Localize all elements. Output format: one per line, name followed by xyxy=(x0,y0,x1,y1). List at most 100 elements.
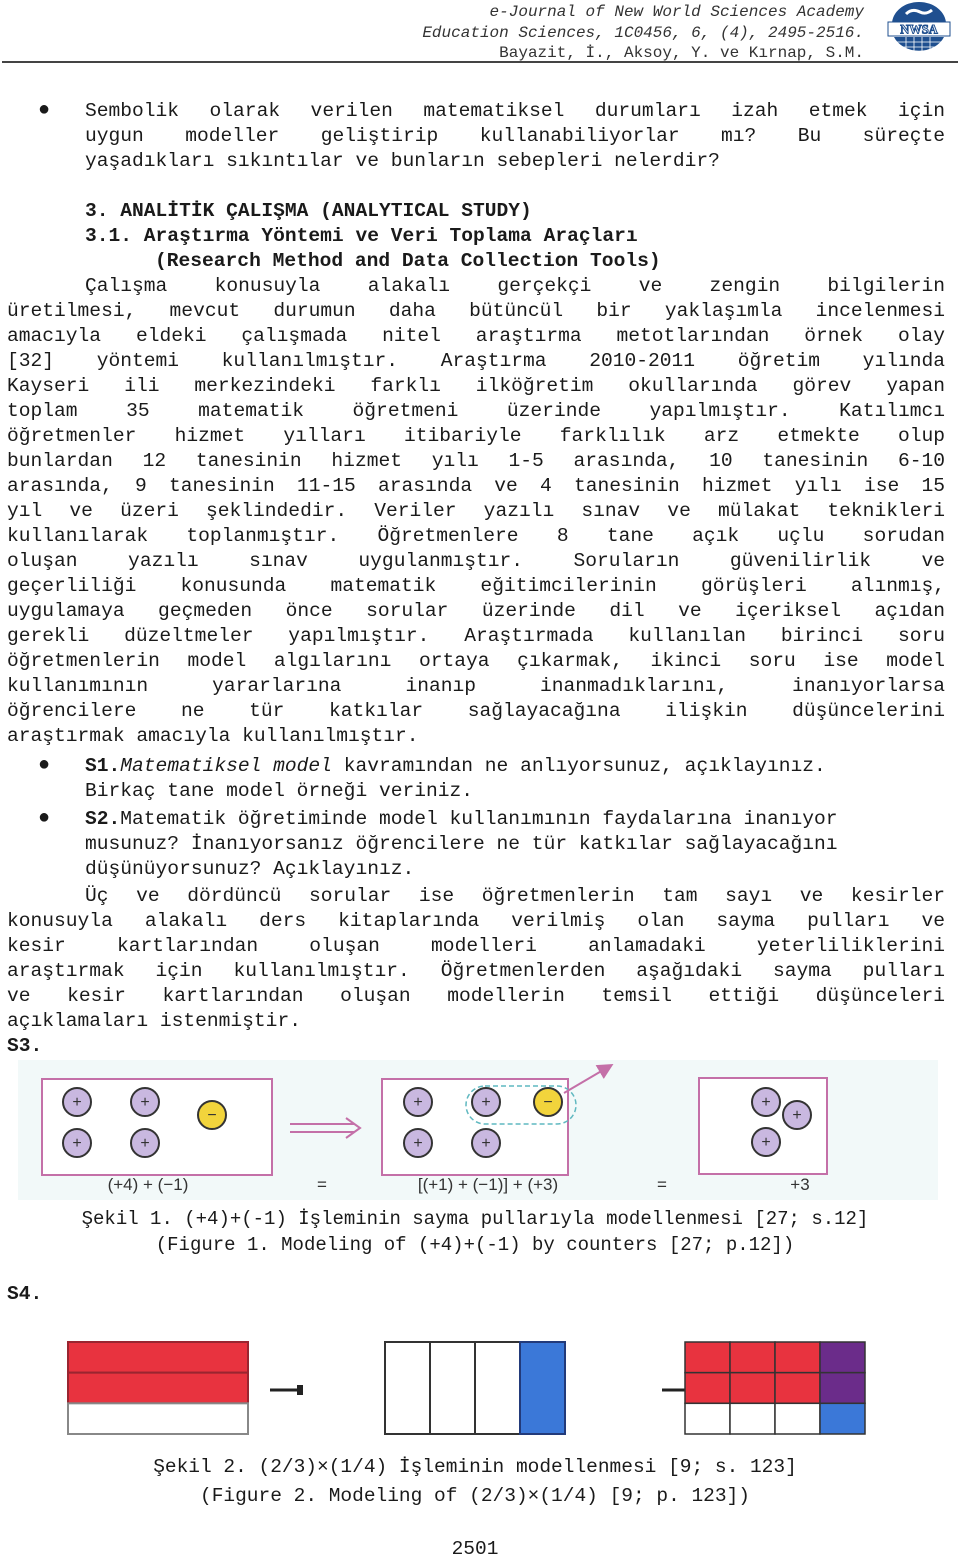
plus-symbol: + xyxy=(481,1135,490,1152)
p1-line: öğrencilere ne tür katkılar sağlayacağın… xyxy=(7,700,945,722)
positive-counter: + xyxy=(471,1128,501,1158)
page-number: 2501 xyxy=(451,1538,499,1560)
plus-symbol: + xyxy=(792,1107,801,1124)
question-s2: S2.Matematik öğretiminde model kullanımı… xyxy=(85,807,838,832)
p1-line: geçerliliği konusunda matematik eğitimci… xyxy=(7,575,945,597)
figure-2-svg xyxy=(67,1341,866,1436)
p1-line: arasında, 9 tanesinin 11-15 arasında ve … xyxy=(7,475,945,497)
question-text: Matematik öğretiminde model kullanımının… xyxy=(120,808,838,830)
header-text: e-Journal of New World Sciences Academy … xyxy=(422,2,864,64)
red-cell xyxy=(729,1371,776,1405)
p2-line: açıklamaları istenmiştir. xyxy=(7,1010,301,1032)
positive-counter: + xyxy=(403,1087,433,1117)
double-arrow-icon xyxy=(290,1117,362,1139)
positive-counter: + xyxy=(62,1087,92,1117)
minus-symbol: − xyxy=(543,1094,552,1111)
positive-counter: + xyxy=(471,1087,501,1117)
empty-cell xyxy=(729,1402,776,1435)
red-cell xyxy=(774,1371,821,1405)
p1-line: araştırmak amacıyla kullanılmıştır. xyxy=(7,725,419,747)
page-header: e-Journal of New World Sciences Academy … xyxy=(0,0,960,64)
question-label: S1. xyxy=(85,755,121,777)
shaded-row xyxy=(67,1371,249,1405)
negative-counter: − xyxy=(197,1100,227,1130)
plus-symbol: + xyxy=(761,1094,770,1111)
empty-cell xyxy=(774,1402,821,1435)
positive-counter: + xyxy=(130,1128,160,1158)
p1-line: [32] yöntemi kullanılmıştır. Araştırma 2… xyxy=(7,350,945,372)
positive-counter: + xyxy=(751,1127,781,1157)
equals-sign: = xyxy=(657,1175,667,1194)
figure-1-svg: + + + + − + + + + − + + + (+4) + (−1) = [(+1) + (−… xyxy=(41,1063,828,1194)
p1-line: gerekli düzeltmeler yapılmıştır. Araştır… xyxy=(7,625,945,647)
panel-3-label: +3 xyxy=(790,1175,809,1194)
plus-symbol: + xyxy=(72,1135,81,1152)
panel-2-label: [(+1) + (−1)] + (+3) xyxy=(418,1175,558,1194)
plus-symbol: + xyxy=(413,1135,422,1152)
shaded-column xyxy=(519,1341,566,1435)
subsection-heading: 3.1. Araştırma Yöntemi ve Veri Toplama A… xyxy=(85,225,638,247)
question-s1-line2: Birkaç tane model örneği veriniz. xyxy=(85,780,474,802)
s3-label: S3. xyxy=(7,1035,43,1057)
p1-line: bunlardan 12 tanesinin hizmet yılı 1-5 a… xyxy=(7,450,945,472)
card-one-quarter xyxy=(384,1341,566,1435)
empty-row xyxy=(67,1402,249,1436)
plus-symbol: + xyxy=(140,1135,149,1152)
red-cell xyxy=(684,1371,731,1405)
positive-counter: + xyxy=(62,1128,92,1158)
subsection-heading-en: (Research Method and Data Collection Too… xyxy=(155,250,661,272)
equals-sign: = xyxy=(317,1175,327,1194)
p1-line: amacıyla eldeki çalışmada nitel araştırm… xyxy=(7,325,945,347)
intro-line-2: uygun modeller geliştirip kullanabiliyor… xyxy=(85,125,945,147)
journal-citation: Education Sciences, 1C0456, 6, (4), 2495… xyxy=(422,23,864,42)
overlap-cell xyxy=(819,1341,866,1374)
p2-line: araştırmak için kullanılmıştır. Öğretmen… xyxy=(7,960,945,982)
p1-line: Çalışma konusuyla alakalı gerçekçi ve ze… xyxy=(85,275,945,297)
question-s2-line2: musunuz? İnanıyorsanız öğrencilere ne tü… xyxy=(85,833,838,855)
p2-line: kesir kartlarından oluşan modelleri anla… xyxy=(7,935,945,957)
bullet-icon: ● xyxy=(38,807,51,830)
plus-symbol: + xyxy=(140,1094,149,1111)
red-cell xyxy=(729,1341,776,1374)
section-heading: 3. ANALİTİK ÇALIŞMA (ANALYTICAL STUDY) xyxy=(85,200,532,222)
plus-symbol: + xyxy=(761,1134,770,1151)
question-s2-line3: düşünüyorsunuz? Açıklayınız. xyxy=(85,858,415,880)
p1-line: uygulamaya geçmeden önce sorular üzerind… xyxy=(7,600,945,622)
p1-line: toplam 35 matematik öğretmeni üzerinde y… xyxy=(7,400,945,422)
p1-line: öğretmenler hizmet yılları itibariyle fa… xyxy=(7,425,945,447)
card-two-thirds xyxy=(67,1341,249,1436)
p1-line: öğretmenlerin model algılarını ortaya çı… xyxy=(7,650,945,672)
empty-cell xyxy=(684,1402,731,1435)
negative-counter: − xyxy=(533,1087,563,1117)
p1-line: kullanımının yararlarına inanıp inanmadı… xyxy=(7,675,945,697)
figure-2-fraction-cards xyxy=(55,1328,915,1446)
figure-2-caption-tr: Şekil 2. (2/3)×(1/4) İşleminin modellenm… xyxy=(153,1456,797,1478)
positive-counter: + xyxy=(130,1087,160,1117)
arrow-icon xyxy=(270,1385,303,1395)
positive-counter: + xyxy=(403,1128,433,1158)
question-text: kavramından ne anlıyorsunuz, açıklayınız… xyxy=(331,755,826,777)
figure-1-caption-en: (Figure 1. Modeling of (+4)+(-1) by coun… xyxy=(155,1234,795,1256)
p1-line: kullanılarak toplanmıştır. Öğretmenlere … xyxy=(7,525,945,547)
minus-symbol: − xyxy=(207,1107,216,1124)
card-product xyxy=(684,1341,866,1435)
header-divider xyxy=(2,61,958,63)
remove-arrow-icon xyxy=(563,1063,614,1094)
figure-1-caption-tr: Şekil 1. (+4)+(-1) İşleminin sayma pulla… xyxy=(81,1208,869,1230)
plus-symbol: + xyxy=(72,1094,81,1111)
p1-line: üretilmesi, mevcut durumun daha bütüncül… xyxy=(7,300,945,322)
empty-column xyxy=(384,1341,431,1435)
positive-counter: + xyxy=(751,1087,781,1117)
bullet-icon: ● xyxy=(38,754,51,777)
intro-line-3: yaşadıkları sıkıntılar ve bunların sebep… xyxy=(85,150,720,172)
empty-column xyxy=(474,1341,521,1435)
empty-column xyxy=(429,1341,476,1435)
s4-label: S4. xyxy=(7,1283,43,1305)
shaded-row xyxy=(67,1341,249,1374)
plus-symbol: + xyxy=(413,1094,422,1111)
panel-1-label: (+4) + (−1) xyxy=(108,1175,189,1194)
red-cell xyxy=(684,1341,731,1374)
figure-2-caption-en: (Figure 2. Modeling of (2/3)×(1/4) [9; p… xyxy=(200,1485,750,1507)
question-label: S2. xyxy=(85,808,121,830)
question-s1: S1.Matematiksel model kavramından ne anl… xyxy=(85,754,826,779)
